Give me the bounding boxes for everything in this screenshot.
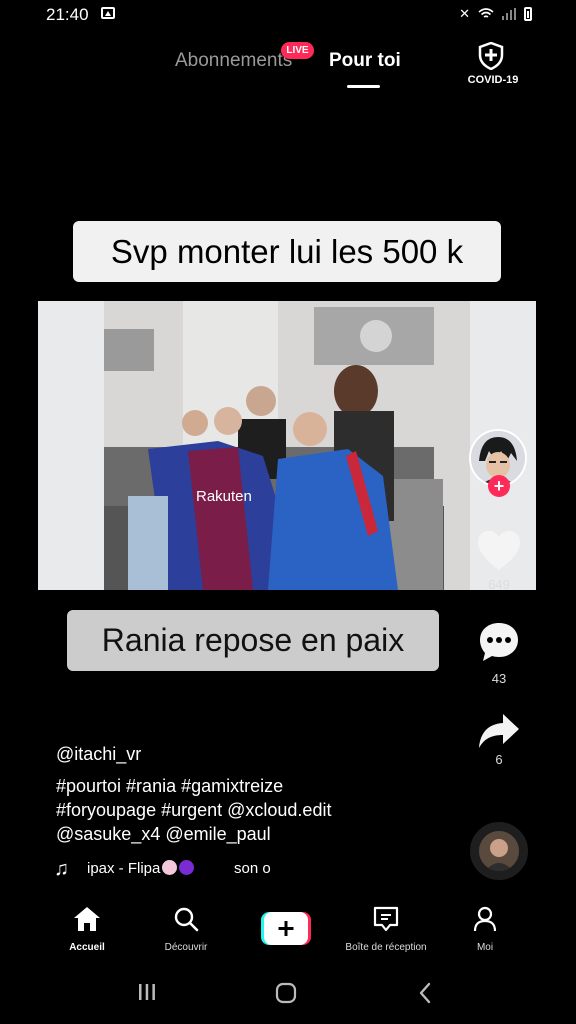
description-line[interactable]: @sasuke_x4 @emile_paul [56, 824, 271, 845]
gallery-notification-icon [101, 7, 115, 19]
tab-for-you[interactable]: Pour toi [329, 50, 401, 72]
music-disc-image [479, 831, 519, 871]
mute-icon: ✕ [459, 6, 470, 21]
lollipop-emoji-icon [162, 860, 178, 875]
like-count: 649 [488, 577, 510, 592]
inbox-icon [373, 906, 399, 932]
nav-discover[interactable]: Découvrir [141, 906, 231, 953]
nav-inbox[interactable]: Boîte de réception [341, 906, 431, 953]
status-bar: 21:40 ✕ [0, 0, 576, 30]
live-badge[interactable]: LIVE [281, 42, 314, 59]
music-title-text: ipax - Flipa [87, 860, 161, 877]
video-caption-bottom: Rania repose en paix [67, 610, 439, 671]
wifi-icon [478, 8, 494, 18]
music-sound-label[interactable]: son o [234, 860, 274, 877]
covid-label[interactable]: COVID-19 [462, 74, 524, 86]
comment-icon[interactable] [477, 620, 521, 664]
battery-icon [524, 7, 532, 21]
follow-plus-button[interactable]: + [488, 475, 510, 497]
music-note-icon: ♫ [54, 858, 69, 880]
back-icon[interactable] [417, 982, 433, 1004]
share-icon[interactable] [477, 712, 521, 752]
nav-profile-label: Moi [476, 942, 494, 953]
signal-icon [502, 8, 516, 20]
search-icon [174, 907, 199, 932]
home-icon [74, 907, 100, 931]
creator-username[interactable]: @itachi_vr [56, 744, 141, 765]
comment-count: 43 [491, 671, 507, 686]
family-photo-illustration: Rakuten [38, 301, 536, 590]
recent-apps-icon[interactable] [137, 982, 157, 1002]
video-caption-top: Svp monter lui les 500 k [73, 221, 501, 282]
devil-emoji-icon [179, 860, 195, 875]
nav-inbox-label: Boîte de réception [345, 942, 427, 953]
create-button[interactable] [261, 912, 311, 945]
jersey-text: Rakuten [196, 488, 252, 505]
music-disc-icon[interactable] [470, 822, 528, 880]
tab-following[interactable]: Abonnements [175, 50, 292, 72]
profile-icon [473, 906, 497, 932]
description-line[interactable]: #foryoupage #urgent @xcloud.edit [56, 800, 331, 821]
shield-icon[interactable] [478, 42, 504, 70]
nav-discover-label: Découvrir [164, 942, 208, 953]
status-icons: ✕ [459, 6, 532, 22]
share-count: 6 [495, 752, 503, 767]
video-photo: Rakuten [38, 301, 536, 590]
description-line[interactable]: #pourtoi #rania #gamixtreize [56, 776, 283, 797]
nav-home-label: Accueil [69, 942, 105, 953]
nav-home[interactable]: Accueil [42, 906, 132, 953]
clock: 21:40 [46, 5, 89, 24]
nav-profile[interactable]: Moi [440, 906, 530, 953]
music-title[interactable]: ipax - Flipa [87, 860, 195, 877]
home-system-icon[interactable] [275, 982, 297, 1004]
heart-icon[interactable] [476, 530, 522, 572]
active-tab-indicator [347, 85, 380, 88]
